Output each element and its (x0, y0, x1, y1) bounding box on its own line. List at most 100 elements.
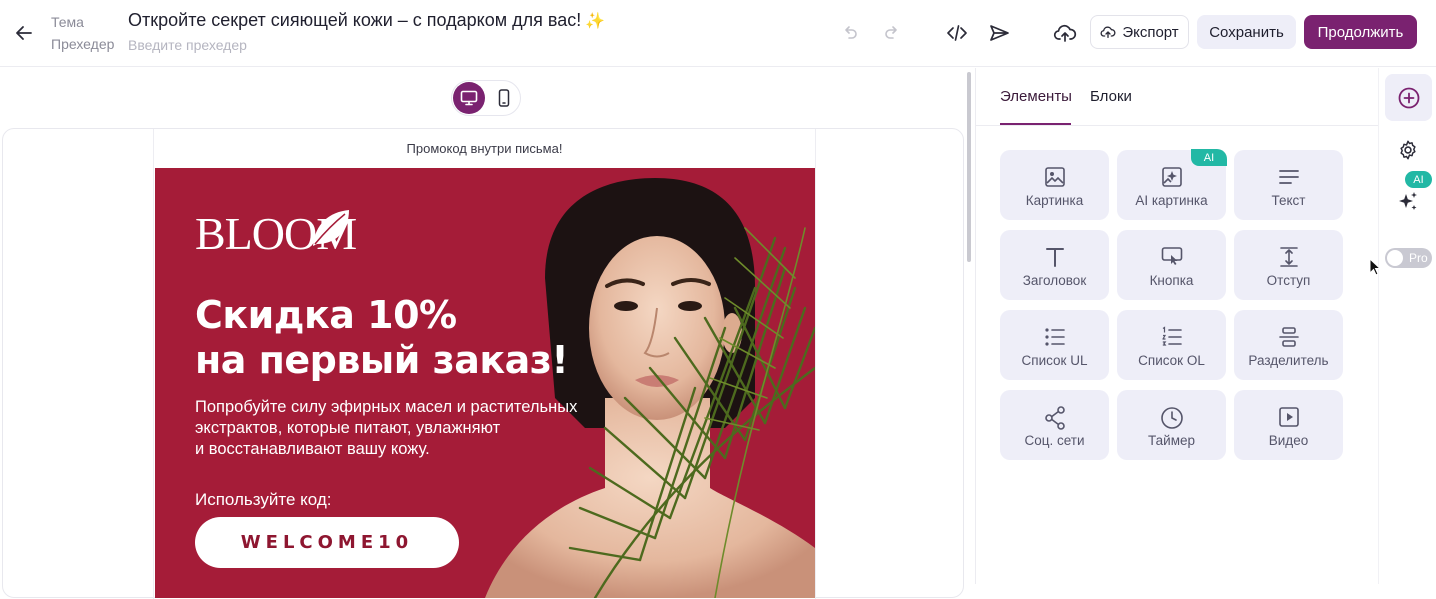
body-text: Попробуйте силу эфирных масел и растител… (195, 397, 625, 460)
export-label: Экспорт (1122, 23, 1179, 41)
ai-badge: AI (1405, 171, 1432, 188)
element-label: Картинка (1025, 193, 1084, 208)
element-label: Список UL (1021, 353, 1088, 368)
video-icon (1278, 407, 1299, 427)
toggle-knob (1387, 250, 1403, 266)
settings-button[interactable] (1394, 136, 1422, 164)
subject-field[interactable]: Откройте секрет сияющей кожи – с подарко… (128, 8, 605, 34)
cloud-upload-icon (1100, 26, 1116, 38)
code-view-button[interactable] (943, 19, 971, 47)
body-line-1: Попробуйте силу эфирных масел и растител… (195, 398, 578, 416)
save-button[interactable]: Сохранить (1197, 15, 1296, 49)
element-image[interactable]: Картинка (1000, 150, 1109, 220)
mobile-view-button[interactable] (489, 82, 519, 114)
redo-button[interactable] (878, 19, 906, 47)
bullet-list-icon (1044, 328, 1065, 346)
element-label: Соц. сети (1024, 433, 1085, 448)
phone-icon (498, 89, 510, 107)
sparkle-emoji: ✨ (585, 13, 606, 30)
element-label: Список OL (1138, 353, 1205, 368)
cloud-upload-icon (1053, 24, 1077, 42)
headline-line-2: на первый заказ! (195, 338, 569, 382)
export-button[interactable]: Экспорт (1090, 15, 1189, 49)
ai-image-icon (1161, 167, 1182, 187)
element-label: Таймер (1148, 433, 1195, 448)
preheader-input[interactable] (128, 35, 488, 55)
undo-button[interactable] (836, 19, 864, 47)
clock-icon (1160, 407, 1183, 429)
element-social[interactable]: Соц. сети (1000, 390, 1109, 460)
undo-icon (845, 26, 857, 39)
element-ai-image[interactable]: AI картинка AI (1117, 149, 1227, 220)
meta-labels: Тема Прехедер (51, 11, 114, 55)
plus-circle-icon (1398, 87, 1419, 108)
redo-icon (885, 26, 897, 39)
hero-photo (485, 178, 815, 598)
pro-label: Pro (1409, 251, 1428, 265)
image-icon (1044, 167, 1065, 187)
top-bar: Тема Прехедер Откройте секрет сияющей ко… (0, 0, 1436, 67)
body-line-3: и восстанавливают вашу кожу. (195, 440, 430, 458)
device-toggle (451, 80, 521, 116)
subject-text: Откройте секрет сияющей кожи – с подарко… (128, 10, 582, 30)
element-spacer[interactable]: Отступ (1234, 230, 1343, 300)
desktop-view-button[interactable] (453, 82, 485, 114)
ai-badge: AI (1191, 149, 1227, 166)
spacer-icon (1279, 247, 1298, 267)
upload-button[interactable] (1051, 19, 1079, 47)
add-element-button[interactable] (1385, 74, 1432, 121)
pro-toggle[interactable]: Pro (1385, 248, 1432, 268)
monitor-icon (460, 90, 478, 106)
text-icon (1278, 170, 1299, 184)
email-body: Промокод внутри письма! BLOOM Скидка 10%… (153, 129, 816, 599)
body-line-2: экстрактов, которые питают, увлажняют (195, 419, 501, 437)
code-icon (947, 25, 967, 41)
element-label: Видео (1268, 433, 1309, 448)
email-preview-frame: Промокод внутри письма! BLOOM Скидка 10%… (2, 128, 964, 599)
button-click-icon (1161, 247, 1182, 265)
active-tab-indicator (1000, 123, 1071, 125)
element-label: Отступ (1266, 273, 1311, 288)
leaf-icon (313, 210, 349, 246)
element-heading[interactable]: Заголовок (1000, 230, 1109, 300)
editor-canvas: Промокод внутри письма! BLOOM Скидка 10%… (0, 68, 975, 599)
element-bullet-list[interactable]: Список UL (1000, 310, 1109, 380)
share-icon (1044, 406, 1065, 430)
canvas-scrollbar[interactable] (967, 72, 971, 262)
element-label: Кнопка (1149, 273, 1194, 288)
promo-line[interactable]: Промокод внутри письма! (154, 129, 815, 168)
send-icon (990, 25, 1009, 41)
preheader-label: Прехедер (51, 36, 115, 52)
promo-code-button[interactable]: WELCOME10 (195, 517, 459, 568)
code-label: Используйте код: (195, 490, 332, 509)
send-test-button[interactable] (985, 19, 1013, 47)
divider-icon (1278, 327, 1299, 347)
hero-banner[interactable]: BLOOM Скидка 10% на первый заказ! Попроб… (155, 168, 815, 598)
sparkles-icon (1399, 192, 1417, 210)
back-button[interactable] (10, 19, 38, 47)
element-text[interactable]: Текст (1234, 150, 1343, 220)
element-divider[interactable]: Разделитель (1234, 310, 1343, 380)
side-rail: AI Pro (1378, 68, 1436, 584)
element-numbered-list[interactable]: Список OL (1117, 310, 1226, 380)
ai-assistant-button[interactable] (1394, 188, 1422, 216)
element-label: Текст (1271, 193, 1306, 208)
heading-icon (1045, 248, 1064, 267)
element-label: AI картинка (1135, 193, 1208, 208)
headline: Скидка 10% на первый заказ! (195, 293, 569, 383)
panel-tabs: Элементы Блоки (976, 68, 1379, 126)
element-label: Заголовок (1022, 273, 1087, 288)
headline-line-1: Скидка 10% (195, 293, 457, 337)
tab-elements[interactable]: Элементы (1000, 88, 1072, 105)
arrow-left-icon (16, 26, 32, 40)
element-video[interactable]: Видео (1234, 390, 1343, 460)
elements-panel: Элементы Блоки Картинка AI картинка AI Т… (975, 68, 1379, 584)
subject-label: Тема (51, 14, 84, 30)
element-timer[interactable]: Таймер (1117, 390, 1226, 460)
continue-button[interactable]: Продолжить (1304, 15, 1417, 49)
tab-blocks[interactable]: Блоки (1090, 88, 1132, 105)
gear-icon (1400, 140, 1416, 160)
numbered-list-icon (1161, 326, 1182, 346)
element-button[interactable]: Кнопка (1117, 230, 1226, 300)
element-label: Разделитель (1248, 353, 1329, 368)
